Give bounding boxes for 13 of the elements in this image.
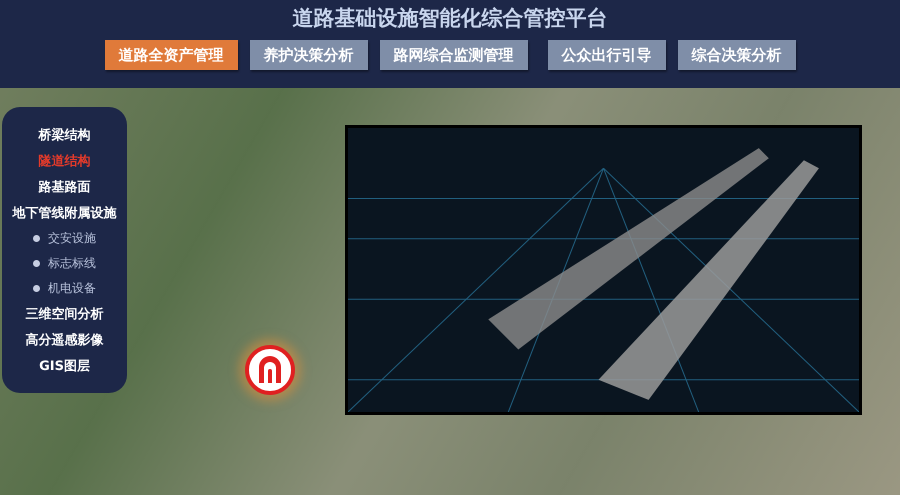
- sidebar-item[interactable]: 高分遥感影像: [26, 330, 104, 348]
- sidebar-item[interactable]: 标志标线: [48, 254, 96, 272]
- sidebar-item[interactable]: 路基路面: [38, 178, 90, 196]
- sidebar-item[interactable]: 三维空间分析: [26, 304, 104, 322]
- platform-title: 道路基础设施智能化综合管控平台: [292, 5, 608, 32]
- sidebar-item[interactable]: 机电设备: [48, 280, 96, 296]
- sidebar-item[interactable]: 交安设施: [48, 230, 96, 246]
- sidebar-item[interactable]: GIS图层: [39, 356, 90, 374]
- bullet-icon: [33, 284, 40, 292]
- bullet-icon: [33, 260, 40, 266]
- sidebar-item[interactable]: 地下管线附属设施: [12, 204, 116, 222]
- bullet-icon: [33, 234, 40, 242]
- sidebar-item[interactable]: 桥梁结构: [38, 126, 90, 144]
